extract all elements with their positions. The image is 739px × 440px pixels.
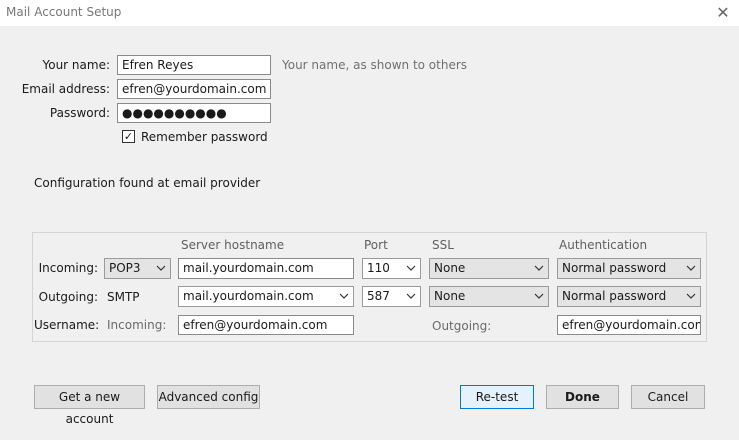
username-incoming-input[interactable]: efren@yourdomain.com xyxy=(178,315,354,335)
chevron-down-icon xyxy=(156,259,166,278)
chevron-down-icon xyxy=(534,287,544,306)
outgoing-port-select[interactable]: 587 xyxy=(362,286,421,307)
username-outgoing-input[interactable]: efren@yourdomain.com xyxy=(557,315,701,335)
your-name-hint: Your name, as shown to others xyxy=(282,58,468,72)
close-icon[interactable]: ✕ xyxy=(712,3,734,23)
remember-password-label[interactable]: Remember password xyxy=(141,127,268,147)
remember-password-checkbox[interactable]: ✓ xyxy=(122,130,135,143)
chevron-down-icon xyxy=(686,259,696,278)
chevron-down-icon xyxy=(686,287,696,306)
header-authentication: Authentication xyxy=(559,238,648,252)
advanced-config-button[interactable]: Advanced config xyxy=(157,385,260,409)
done-button[interactable]: Done xyxy=(546,385,619,409)
username-incoming-label: Incoming: xyxy=(107,318,167,332)
username-outgoing-label: Outgoing: xyxy=(432,319,492,333)
email-address-label: Email address: xyxy=(21,82,110,96)
incoming-auth-select[interactable]: Normal password xyxy=(557,258,701,279)
cancel-button[interactable]: Cancel xyxy=(631,385,705,409)
incoming-label: Incoming: xyxy=(38,261,98,275)
chevron-down-icon xyxy=(406,287,416,306)
window-title: Mail Account Setup xyxy=(6,5,122,19)
outgoing-ssl-select[interactable]: None xyxy=(429,286,549,307)
password-input[interactable]: ●●●●●●●●●● xyxy=(117,103,271,123)
outgoing-label: Outgoing: xyxy=(38,290,98,304)
incoming-protocol-select[interactable]: POP3 xyxy=(104,258,171,279)
incoming-ssl-select[interactable]: None xyxy=(429,258,549,279)
email-address-input[interactable]: efren@yourdomain.com xyxy=(117,79,271,99)
config-status-text: Configuration found at email provider xyxy=(34,176,261,190)
checkmark-icon: ✓ xyxy=(123,130,134,143)
outgoing-hostname-select[interactable]: mail.yourdomain.com xyxy=(178,286,354,307)
header-server-hostname: Server hostname xyxy=(181,238,285,252)
incoming-hostname-input[interactable]: mail.yourdomain.com xyxy=(178,258,354,279)
header-port: Port xyxy=(364,238,388,252)
retest-button[interactable]: Re-test xyxy=(460,385,534,409)
header-ssl: SSL xyxy=(432,238,454,252)
get-new-account-button[interactable]: Get a new account xyxy=(34,385,145,426)
title-bar: Mail Account Setup ✕ xyxy=(0,0,739,26)
your-name-label: Your name: xyxy=(42,58,110,72)
outgoing-protocol: SMTP xyxy=(107,290,140,304)
username-label: Username: xyxy=(34,318,100,332)
chevron-down-icon xyxy=(534,259,544,278)
outgoing-auth-select[interactable]: Normal password xyxy=(557,286,701,307)
password-label: Password: xyxy=(49,106,110,120)
chevron-down-icon xyxy=(339,287,349,306)
chevron-down-icon xyxy=(406,259,416,278)
incoming-port-select[interactable]: 110 xyxy=(362,258,421,279)
your-name-input[interactable]: Efren Reyes xyxy=(117,55,271,75)
